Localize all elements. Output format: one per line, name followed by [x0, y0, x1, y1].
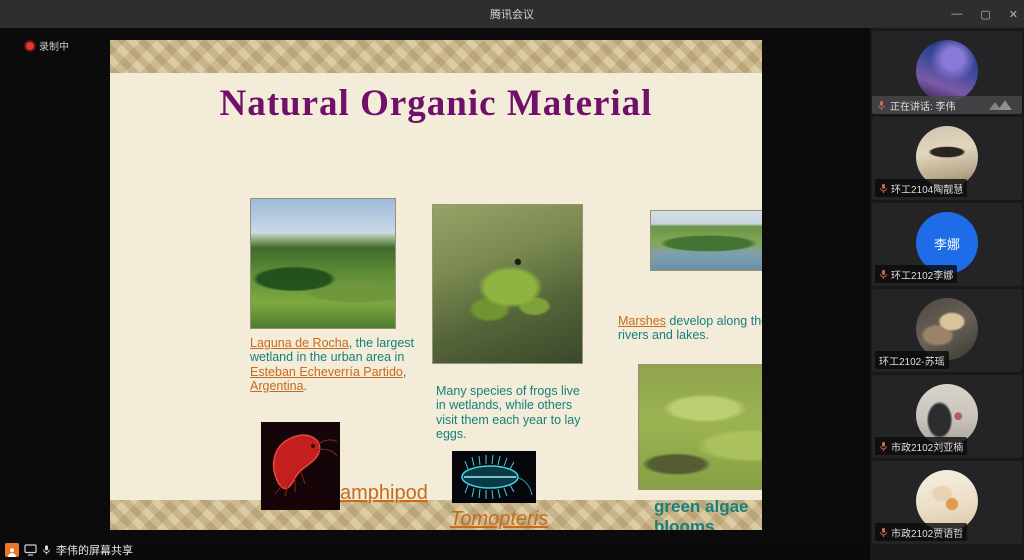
- screen-share-icon: [24, 544, 37, 556]
- window-controls: — ▢ ✕: [951, 0, 1018, 28]
- presentation-slide: Natural Organic Material: [110, 40, 762, 530]
- participant-name-pill: 环工2104陶靓慧: [875, 179, 967, 197]
- participant-name: 环工2102-苏瑶: [879, 353, 945, 368]
- participant-name-pill: 市政2102刘亚楠: [875, 437, 967, 455]
- share-status-bar: 李伟的屏幕共享: [0, 540, 870, 560]
- amphipod-photo: [261, 422, 340, 510]
- microphone-icon: [879, 269, 888, 280]
- participant-tile-2[interactable]: 环工2104陶靓慧: [872, 117, 1022, 200]
- avatar-initials: 李娜: [934, 234, 960, 253]
- microphone-icon: [879, 183, 888, 194]
- frog-caption: Many species of frogs live in wetlands, …: [436, 384, 588, 442]
- participant-tile-4[interactable]: 环工2102-苏瑶: [872, 289, 1022, 372]
- recording-dot-icon: [26, 42, 34, 50]
- window-titlebar: 腾讯会议 — ▢ ✕: [0, 0, 1024, 28]
- microphone-icon: [879, 441, 888, 452]
- avatar: [916, 40, 978, 102]
- participant-name-pill: 市政2102贾语哲: [875, 523, 967, 541]
- participant-tile-liwei[interactable]: 正在讲话: 李伟: [872, 31, 1022, 114]
- marsh-photo: [650, 210, 762, 271]
- participant-name: 环工2102李娜: [891, 267, 953, 282]
- participant-name: 市政2102贾语哲: [891, 525, 963, 540]
- wetland-photo: [250, 198, 396, 329]
- participant-name: 正在讲话: 李伟: [890, 98, 956, 113]
- tencent-meeting-window: 腾讯会议 — ▢ ✕ 录制中 Natural Organic Material: [0, 0, 1024, 560]
- participant-tile-6[interactable]: 市政2102贾语哲: [872, 461, 1022, 544]
- microphone-icon: [879, 527, 888, 538]
- recording-indicator: 录制中: [26, 38, 69, 53]
- screen-share-area: 录制中 Natural Organic Material: [0, 28, 870, 560]
- tomopteris-link[interactable]: Tomopteris: [450, 508, 540, 530]
- participant-name-pill: 环工2102李娜: [875, 265, 957, 283]
- maximize-button[interactable]: ▢: [980, 8, 990, 21]
- laguna-text-3: .: [304, 379, 307, 393]
- participant-name: 市政2102刘亚楠: [891, 439, 963, 454]
- mic-status-icon: [42, 544, 51, 556]
- slide-title: Natural Organic Material: [110, 82, 762, 125]
- algae-label: green algae blooms: [654, 497, 762, 530]
- minimize-button[interactable]: —: [951, 8, 962, 20]
- marsh-caption: Marshes develop along the edges of river…: [618, 314, 762, 343]
- participant-name: 环工2104陶靓慧: [891, 181, 963, 196]
- argentina-link[interactable]: Argentina: [250, 379, 304, 393]
- slide-border-pattern-top: [110, 40, 762, 73]
- marshes-link[interactable]: Marshes: [618, 314, 666, 328]
- participant-name-pill: 环工2102-苏瑶: [875, 351, 949, 369]
- speaker-name-bar: 正在讲话: 李伟: [872, 96, 1022, 114]
- tomopteris-photo: [452, 451, 536, 503]
- esteban-echeverria-link[interactable]: Esteban Echeverría Partido: [250, 365, 403, 379]
- recording-label: 录制中: [39, 38, 69, 53]
- amphipod-link[interactable]: amphipod: [340, 482, 428, 505]
- share-status-label: 李伟的屏幕共享: [56, 542, 133, 558]
- audio-waves-icon: [983, 99, 1017, 111]
- algae-photo: [638, 364, 762, 490]
- frog-photo: [432, 204, 583, 364]
- participant-tile-lina[interactable]: 李娜 环工2102李娜: [872, 203, 1022, 286]
- window-title: 腾讯会议: [490, 6, 534, 22]
- laguna-caption: Laguna de Rocha, the largest wetland in …: [250, 336, 428, 394]
- presenter-icon: [5, 543, 19, 557]
- microphone-icon: [877, 100, 886, 111]
- participant-tile-5[interactable]: 市政2102刘亚楠: [872, 375, 1022, 458]
- close-button[interactable]: ✕: [1009, 8, 1018, 21]
- participants-sidebar: 正在讲话: 李伟 环工2104陶靓慧 李娜 环工2102李娜 环工2102-苏瑶: [870, 28, 1024, 560]
- laguna-text-2: ,: [403, 365, 406, 379]
- laguna-de-rocha-link[interactable]: Laguna de Rocha: [250, 336, 349, 350]
